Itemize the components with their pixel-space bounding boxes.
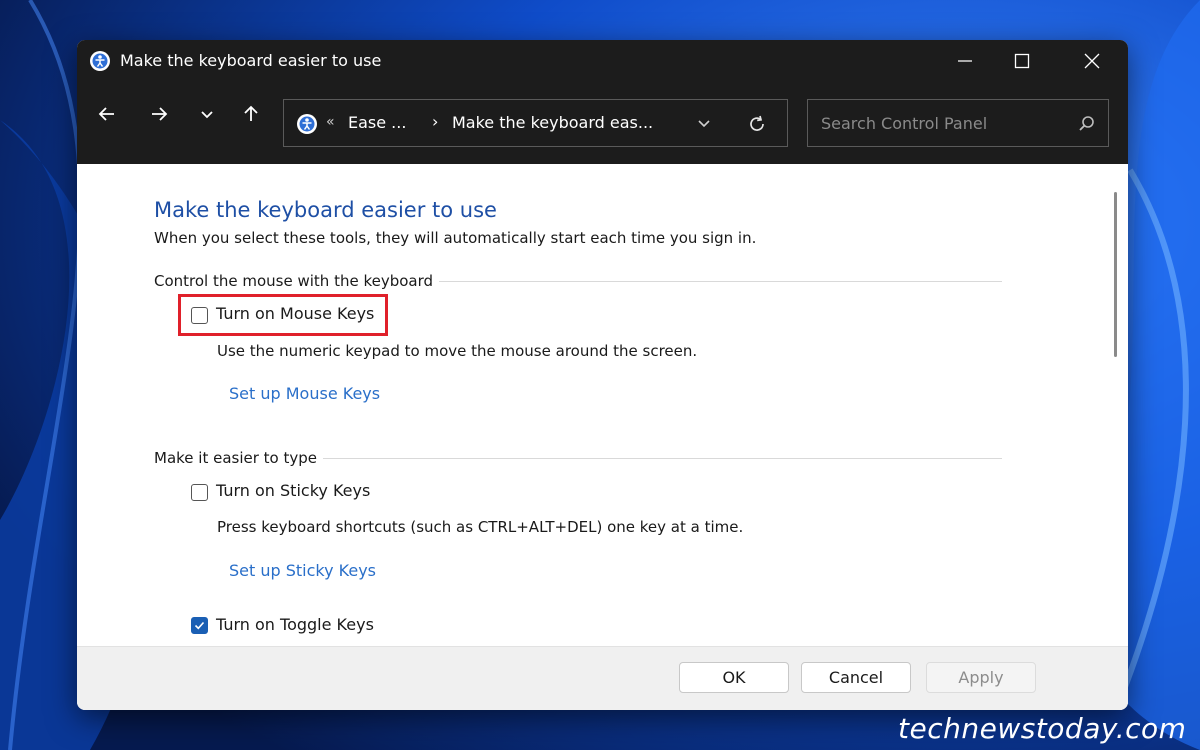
mouse-keys-label[interactable]: Turn on Mouse Keys (216, 304, 374, 323)
maximize-icon (1014, 53, 1030, 69)
back-button[interactable] (89, 96, 125, 132)
apply-button[interactable]: Apply (926, 662, 1036, 693)
breadcrumb-current[interactable]: Make the keyboard eas... (452, 113, 653, 132)
page-title: Make the keyboard easier to use (154, 198, 497, 222)
title-bar[interactable]: Make the keyboard easier to use (77, 40, 1128, 82)
breadcrumb-separator[interactable]: › (432, 112, 438, 131)
forward-button[interactable] (141, 96, 177, 132)
mouse-keys-checkbox[interactable] (191, 307, 208, 324)
scrollbar-thumb[interactable] (1114, 192, 1117, 357)
section-heading-mouse: Control the mouse with the keyboard (154, 272, 440, 290)
close-button[interactable] (1069, 40, 1115, 82)
refresh-icon[interactable] (746, 113, 768, 135)
checkmark-icon (194, 621, 205, 630)
chevron-down-icon (201, 111, 213, 119)
arrow-left-icon (98, 107, 114, 121)
recent-locations-button[interactable] (189, 96, 225, 132)
sticky-keys-checkbox[interactable] (191, 484, 208, 501)
ease-of-access-icon (90, 51, 110, 71)
setup-sticky-keys-link[interactable]: Set up Sticky Keys (229, 561, 376, 580)
content-pane: Make the keyboard easier to use When you… (77, 164, 1128, 646)
ok-button[interactable]: OK (679, 662, 789, 693)
setup-mouse-keys-link[interactable]: Set up Mouse Keys (229, 384, 380, 403)
window-title: Make the keyboard easier to use (120, 51, 382, 70)
dialog-window: Make the keyboard easier to use « Ease .… (77, 40, 1128, 710)
breadcrumb-overflow[interactable]: « (326, 114, 335, 130)
breadcrumb-ease-of-access[interactable]: Ease ... (348, 113, 406, 132)
cancel-button[interactable]: Cancel (801, 662, 911, 693)
toggle-keys-checkbox[interactable] (191, 617, 208, 634)
page-description: When you select these tools, they will a… (154, 229, 757, 247)
minimize-button[interactable] (942, 40, 988, 82)
minimize-icon (958, 60, 972, 62)
arrow-up-icon (244, 105, 258, 121)
toggle-keys-label[interactable]: Turn on Toggle Keys (216, 615, 374, 634)
arrow-right-icon (152, 107, 168, 121)
chevron-down-icon[interactable] (694, 115, 714, 133)
search-icon[interactable] (1078, 115, 1096, 133)
sticky-keys-description: Press keyboard shortcuts (such as CTRL+A… (217, 518, 744, 536)
sticky-keys-label[interactable]: Turn on Sticky Keys (216, 481, 370, 500)
close-icon (1084, 53, 1100, 69)
address-bar[interactable]: « Ease ... › Make the keyboard eas... (283, 99, 788, 147)
maximize-button[interactable] (999, 40, 1045, 82)
mouse-keys-description: Use the numeric keypad to move the mouse… (217, 342, 698, 360)
search-input[interactable]: Search Control Panel (807, 99, 1109, 147)
search-placeholder: Search Control Panel (821, 114, 988, 133)
ease-of-access-icon (297, 114, 317, 134)
up-button[interactable] (233, 96, 269, 132)
dialog-footer: OK Cancel Apply (77, 646, 1128, 710)
watermark: technewstoday.com (898, 712, 1187, 745)
section-heading-typing: Make it easier to type (154, 449, 324, 467)
